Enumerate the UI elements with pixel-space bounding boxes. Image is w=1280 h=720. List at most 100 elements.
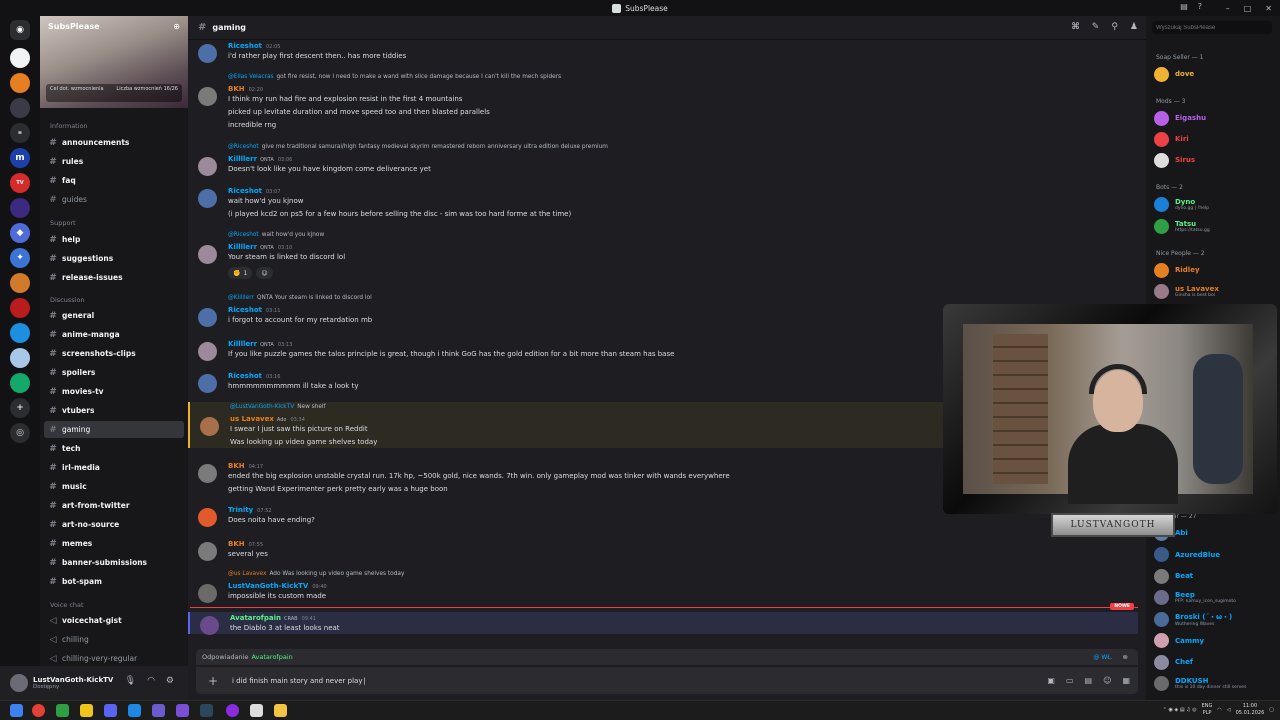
avatar[interactable] bbox=[198, 189, 217, 208]
server-icon-light[interactable] bbox=[10, 348, 30, 368]
message-author[interactable]: BKH 02:20 bbox=[228, 85, 263, 93]
message-author[interactable]: LustVanGoth-KickTV 09:40 bbox=[228, 582, 327, 590]
microphone-icon[interactable]: 🎙 bbox=[125, 676, 136, 686]
member-item[interactable]: Dyno dyno.gg | !help bbox=[1154, 194, 1278, 214]
avatar[interactable] bbox=[198, 374, 217, 393]
help-icon[interactable]: ? bbox=[1198, 2, 1202, 11]
member-item[interactable]: Chef bbox=[1154, 652, 1278, 672]
channel-bot-spam[interactable]: # bot-spam bbox=[44, 573, 184, 590]
app-icon-circle[interactable] bbox=[226, 704, 239, 717]
server-icon-orange[interactable] bbox=[10, 73, 30, 93]
mention-toggle[interactable]: @ WŁ. bbox=[1093, 654, 1112, 661]
minimize-button[interactable]: – bbox=[1226, 4, 1230, 13]
message[interactable]: @us Lavavex Ado Was looking up video game… bbox=[188, 569, 1138, 603]
channel-voicechat-gist[interactable]: ◁ voicechat-gist bbox=[44, 612, 184, 629]
reply-preview[interactable]: @Killllerr QNTA Your steam is linked to d… bbox=[228, 295, 372, 301]
reply-preview[interactable]: @LustVanGoth-KickTV New shelf bbox=[230, 404, 326, 410]
message[interactable]: @Riceshot wait how'd you kjnow Killllerr QN… bbox=[188, 230, 1138, 280]
message[interactable]: Riceshot 02:05 i'd rather play first desce… bbox=[188, 40, 1138, 63]
discover-icon[interactable]: ◎ bbox=[10, 423, 30, 443]
server-name[interactable]: SubsPlease bbox=[48, 22, 100, 31]
message[interactable]: BKH 07:55 several yes bbox=[188, 538, 1138, 561]
member-item[interactable]: Cammy bbox=[1154, 631, 1278, 651]
gear-icon[interactable]: ⚙ bbox=[166, 676, 174, 686]
user-name[interactable]: LustVanGoth-KickTV bbox=[33, 676, 113, 684]
channel-music[interactable]: # music bbox=[44, 478, 184, 495]
member-item[interactable]: Beat bbox=[1154, 566, 1278, 586]
server-icon-white[interactable] bbox=[10, 48, 30, 68]
wifi-icon[interactable]: ◠ bbox=[1217, 707, 1221, 713]
channel-screenshots-clips[interactable]: # screenshots-clips bbox=[44, 345, 184, 362]
avatar[interactable] bbox=[198, 508, 217, 527]
channel-suggestions[interactable]: # suggestions bbox=[44, 250, 184, 267]
server-icon-dark[interactable] bbox=[10, 98, 30, 118]
member-item[interactable]: DDKUSH this is 10 day dinner still serves bbox=[1154, 674, 1278, 694]
server-icon-text[interactable]: ≡ bbox=[10, 123, 30, 143]
message-author[interactable]: Killllerr QNTA 03:10 bbox=[228, 243, 292, 251]
message[interactable]: @Riceshot give me traditional samurai/hig… bbox=[188, 142, 1138, 176]
channel-general[interactable]: # general bbox=[44, 307, 184, 324]
server-icon-purple[interactable] bbox=[10, 198, 30, 218]
message-author[interactable]: Killllerr QNTA 03:13 bbox=[228, 340, 292, 348]
notifications-icon[interactable]: ▢ bbox=[1269, 707, 1274, 713]
avatar[interactable] bbox=[198, 44, 217, 63]
channel-memes[interactable]: # memes bbox=[44, 535, 184, 552]
app-icon-purple[interactable] bbox=[176, 704, 189, 717]
inbox-icon[interactable]: ▤ bbox=[1180, 2, 1188, 11]
avatar[interactable] bbox=[198, 157, 217, 176]
avatar[interactable] bbox=[198, 87, 217, 106]
message[interactable]: Avatarofpain CRAB 09:41 the Diablo 3 at lea… bbox=[188, 612, 1138, 635]
channel-art-from-twitter[interactable]: # art-from-twitter bbox=[44, 497, 184, 514]
members-toggle-icon[interactable]: ♟ bbox=[1130, 22, 1138, 32]
search-input[interactable] bbox=[1152, 21, 1272, 34]
reply-preview[interactable]: @Elias Velacras got fire resist, now I ne… bbox=[228, 74, 561, 80]
message[interactable]: Riceshot 03:07 wait how'd you kjnow (i play… bbox=[188, 185, 1138, 221]
server-icon-tvgs[interactable]: TV bbox=[10, 173, 30, 193]
app-icon-violet[interactable] bbox=[152, 704, 165, 717]
channel-tech[interactable]: # tech bbox=[44, 440, 184, 457]
reply-preview[interactable]: @Riceshot give me traditional samurai/hig… bbox=[228, 144, 608, 150]
boost-progress[interactable]: Cel dot. wzmocnienia Liczba wzmocnień 16… bbox=[46, 84, 182, 102]
app-icon-yellow[interactable] bbox=[80, 704, 93, 717]
channel-movies-tv[interactable]: # movies-tv bbox=[44, 383, 184, 400]
avatar[interactable] bbox=[200, 616, 219, 635]
channel-chilling[interactable]: ◁ chilling bbox=[44, 631, 184, 648]
language-indicator[interactable]: ENG PLP bbox=[1202, 703, 1213, 717]
apps-icon[interactable]: ▦ bbox=[1122, 676, 1130, 685]
discord-taskbar-icon[interactable] bbox=[104, 704, 117, 717]
avatar[interactable] bbox=[198, 342, 217, 361]
member-item[interactable]: Eigashu bbox=[1154, 108, 1278, 128]
message-author[interactable]: Riceshot 03:07 bbox=[228, 187, 280, 195]
channel-vtubers[interactable]: # vtubers bbox=[44, 402, 184, 419]
message-author[interactable]: Avatarofpain CRAB 09:41 bbox=[230, 614, 316, 622]
steam-icon[interactable] bbox=[200, 704, 213, 717]
discord-home-icon[interactable]: ◉ bbox=[10, 20, 30, 40]
channel-announcements[interactable]: # announcements bbox=[44, 134, 184, 151]
channel-anime-manga[interactable]: # anime-manga bbox=[44, 326, 184, 343]
close-button[interactable]: ✕ bbox=[1265, 4, 1272, 13]
folder-icon[interactable] bbox=[274, 704, 287, 717]
emoji-icon[interactable]: ☺ bbox=[1103, 676, 1111, 685]
member-item[interactable]: Ridley bbox=[1154, 260, 1278, 280]
server-icon-gear[interactable]: ✦ bbox=[10, 248, 30, 268]
message-author[interactable]: Riceshot 03:16 bbox=[228, 372, 280, 380]
threads-icon[interactable]: ⌘ bbox=[1071, 22, 1079, 32]
gif-icon[interactable]: ▭ bbox=[1066, 676, 1074, 685]
volume-icon[interactable]: ◁ bbox=[1227, 707, 1231, 713]
category-discussion[interactable]: Discussion bbox=[40, 296, 85, 304]
member-item[interactable]: Tatsu https://tatsu.gg bbox=[1154, 216, 1278, 236]
notifications-icon[interactable]: ✎ bbox=[1092, 22, 1100, 32]
message-input[interactable]: i did finish main story and never play bbox=[232, 677, 366, 685]
app-icon-white[interactable] bbox=[250, 704, 263, 717]
reply-preview[interactable]: @us Lavavex Ado Was looking up video game… bbox=[228, 571, 404, 577]
category-support[interactable]: Support bbox=[40, 219, 76, 227]
add-server-icon[interactable]: + bbox=[10, 398, 30, 418]
member-item[interactable]: dove bbox=[1154, 64, 1278, 84]
avatar[interactable] bbox=[198, 308, 217, 327]
message-author[interactable]: Trinity 07:52 bbox=[228, 506, 272, 514]
chrome-icon[interactable] bbox=[32, 704, 45, 717]
avatar[interactable] bbox=[198, 584, 217, 603]
upload-plus-icon[interactable]: + bbox=[208, 674, 232, 688]
category-voice[interactable]: Voice chat bbox=[40, 601, 84, 609]
avatar[interactable] bbox=[198, 464, 217, 483]
